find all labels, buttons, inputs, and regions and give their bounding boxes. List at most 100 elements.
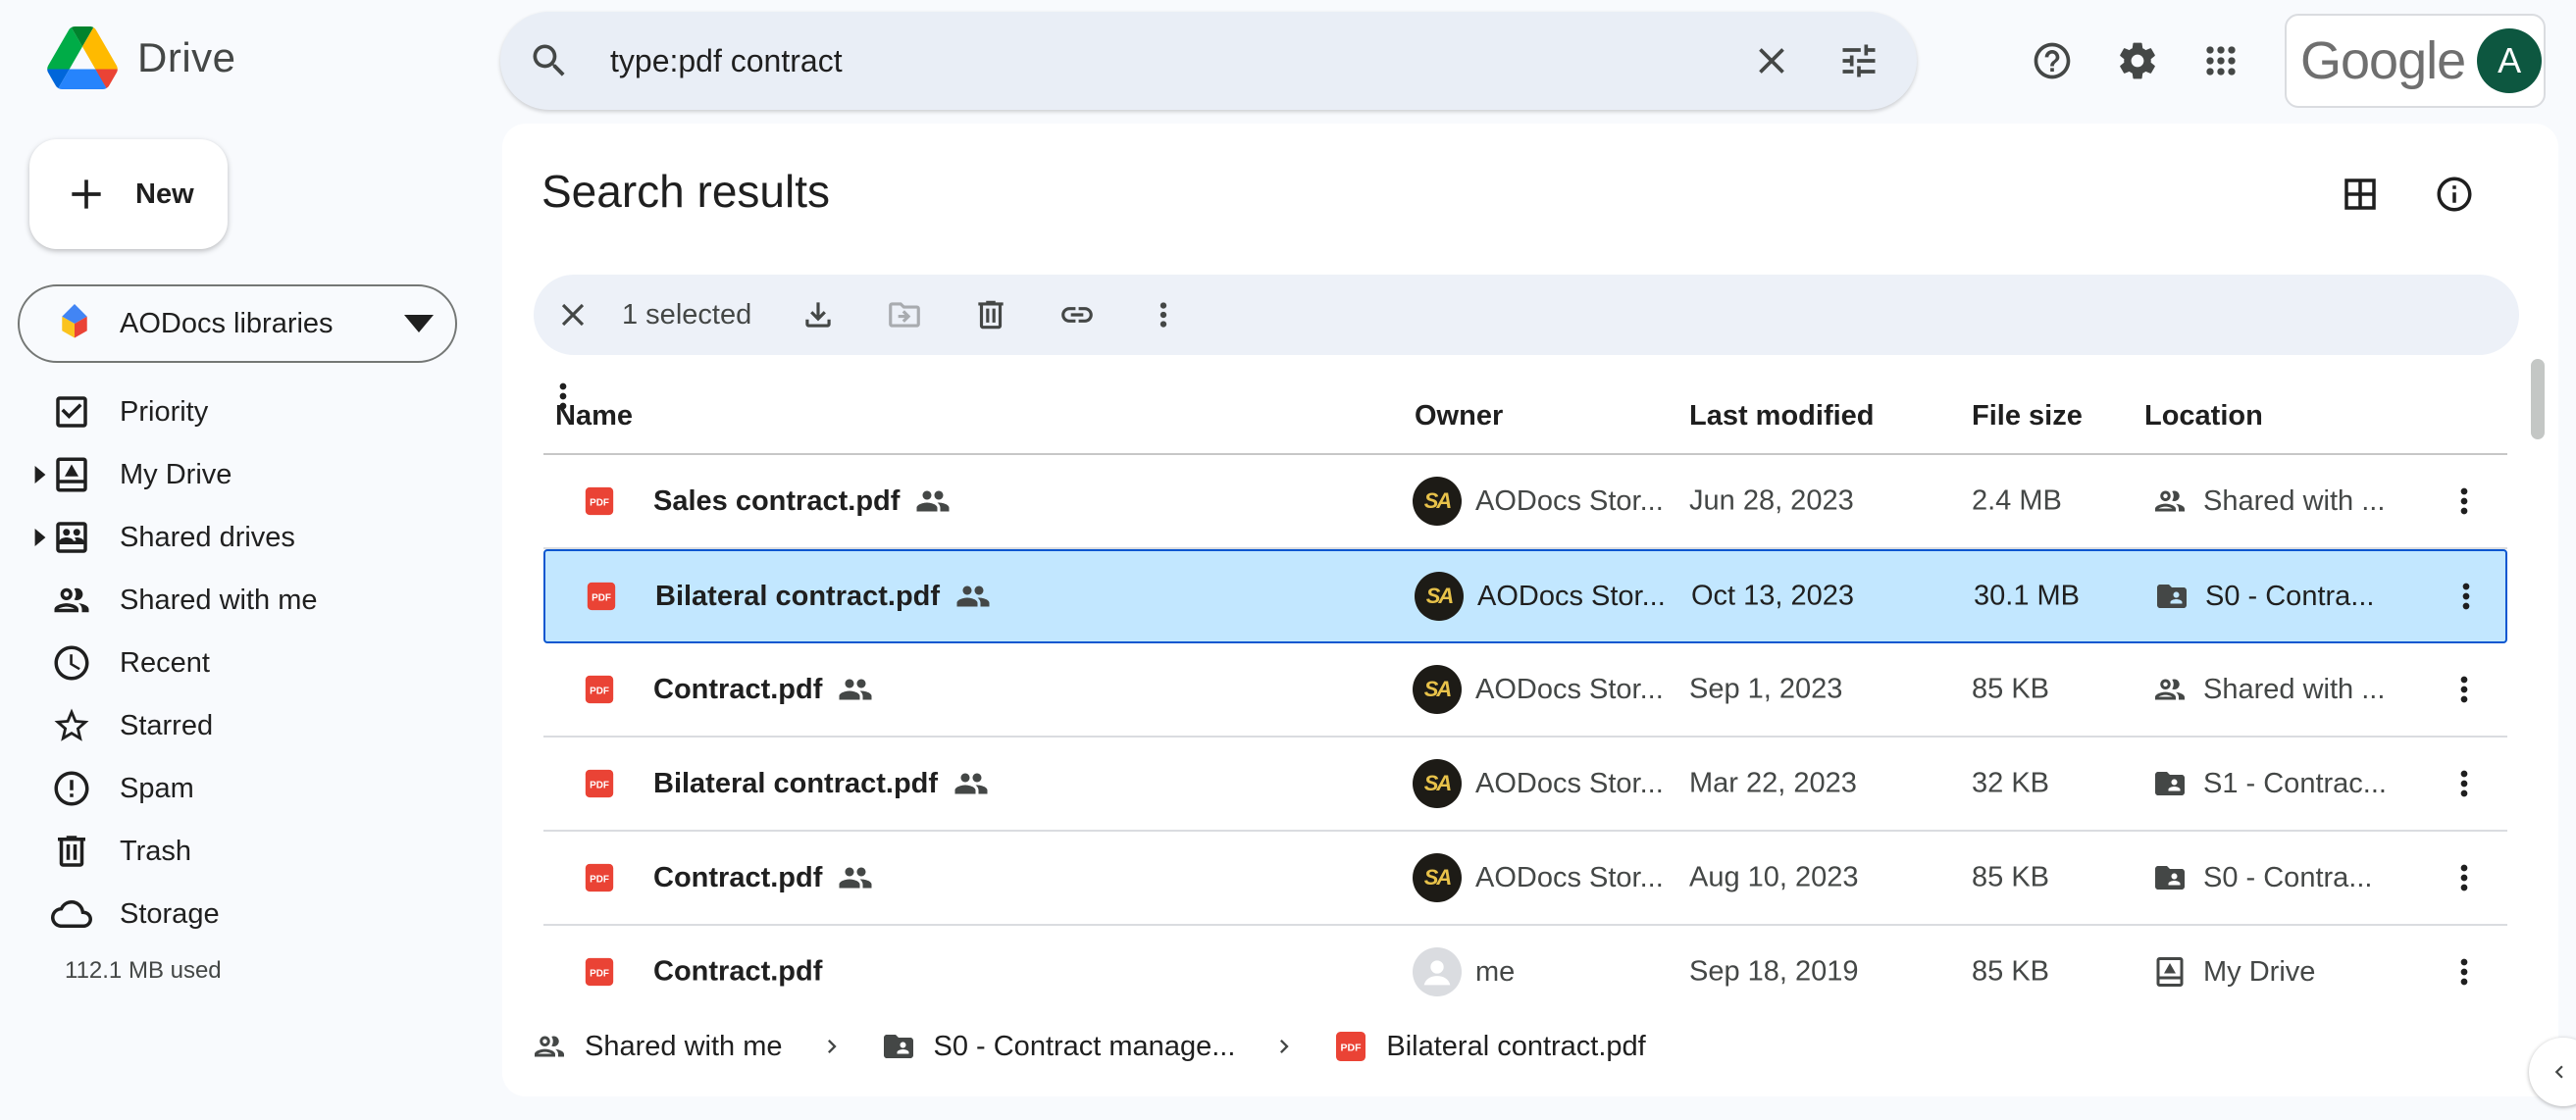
owner-avatar[interactable]: SA [1413,853,1462,902]
sidebar-item-my-drive[interactable]: My Drive [0,443,481,506]
file-name[interactable]: Contract.pdf [653,956,822,989]
scrollbar-thumb[interactable] [2531,359,2545,439]
file-size: 2.4 MB [1972,484,2062,517]
column-header-location[interactable]: Location [2144,400,2263,433]
shared-drive-folder-icon [2155,866,2185,890]
account-area[interactable]: Google A [2285,14,2546,108]
shared-with-me-icon [535,1036,564,1057]
more-actions-icon[interactable] [2445,764,2484,803]
file-name[interactable]: Contract.pdf [653,672,873,707]
file-name-text: Contract.pdf [653,861,823,893]
clear-search-icon[interactable] [1728,12,1815,110]
spam-icon [54,771,89,806]
table-row[interactable]: PDF Sales contract.pdf SA AODocs Stor... Jun… [543,455,2507,549]
column-header-last-modified[interactable]: Last modified [1689,400,1875,433]
grid-view-icon[interactable] [2331,165,2390,224]
download-icon[interactable] [789,285,848,344]
search-input[interactable]: type:pdf contract [598,43,1728,79]
sidebar-item-priority[interactable]: Priority [0,381,481,443]
table-row[interactable]: PDF Bilateral contract.pdf SA AODocs Stor..… [543,549,2507,643]
breadcrumb-shared-drive-folder[interactable]: S0 - Contract manage... [881,1029,1235,1064]
shared-people-icon [916,490,950,512]
more-actions-icon[interactable] [2445,952,2484,992]
search-icon[interactable] [500,12,598,110]
last-modified: Sep 1, 2023 [1689,673,1843,705]
pdf-icon: PDF [585,486,614,516]
location-text: S0 - Contra... [2205,580,2375,612]
sidebar-item-storage[interactable]: Storage [0,883,481,945]
dropdown-caret-icon [404,315,434,332]
owner-avatar[interactable]: SA [1413,759,1462,808]
location-cell[interactable]: S0 - Contra... [2152,860,2372,895]
more-actions-icon[interactable] [2447,577,2486,616]
owner-name: AODocs Stor... [1475,767,1664,799]
owner-avatar[interactable] [1413,947,1462,996]
trash-icon [58,836,85,867]
sidebar-item-starred[interactable]: Starred [0,694,481,757]
library-selector[interactable]: AODocs libraries [18,284,457,363]
sidebar-nav: Priority My Drive Shared drives Shared w… [0,381,481,945]
breadcrumb-shared-with-me[interactable]: Shared with me [532,1029,783,1064]
svg-text:PDF: PDF [590,780,609,790]
star-icon [54,708,89,741]
column-header-file-size[interactable]: File size [1972,400,2083,433]
apps-grid-icon[interactable] [2188,27,2254,94]
owner-avatar[interactable]: SA [1415,572,1464,621]
settings-icon[interactable] [2104,27,2171,94]
pdf-icon: PDF [585,769,614,798]
sidebar-item-shared-drives[interactable]: Shared drives [0,506,481,569]
clear-selection-icon[interactable] [543,285,602,344]
location-cell[interactable]: Shared with ... [2152,484,2385,519]
delete-icon[interactable] [961,285,1020,344]
location-text: S0 - Contra... [2203,861,2373,893]
more-actions-icon[interactable] [2445,482,2484,521]
info-icon[interactable] [2425,165,2484,224]
location-cell[interactable]: S0 - Contra... [2154,579,2374,614]
table-row[interactable]: PDF Contract.pdf SA AODocs Stor... Aug 10, 2… [543,832,2507,926]
owner-cell: me [1413,947,1515,996]
pdf-icon: PDF [587,582,616,611]
file-name[interactable]: Sales contract.pdf [653,484,951,519]
svg-text:PDF: PDF [1341,1043,1363,1054]
owner-avatar[interactable]: SA [1413,665,1462,714]
file-name[interactable]: Bilateral contract.pdf [653,766,989,801]
owner-cell: SA AODocs Stor... [1415,572,1666,621]
owner-name: me [1475,955,1516,988]
sidebar-item-trash[interactable]: Trash [0,820,481,883]
column-header-name[interactable]: Name [555,400,633,433]
breadcrumb-current-file[interactable]: PDF Bilateral contract.pdf [1333,1029,1646,1064]
sidebar-item-recent[interactable]: Recent [0,632,481,694]
help-icon[interactable] [2019,27,2086,94]
location-cell[interactable]: Shared with ... [2152,672,2385,707]
expand-arrow-icon[interactable] [33,529,47,546]
owner-cell: SA AODocs Stor... [1413,477,1664,526]
new-button[interactable]: New [29,139,228,249]
more-actions-icon[interactable] [2445,858,2484,897]
table-row[interactable]: PDF Bilateral contract.pdf SA AODocs Stor..… [543,738,2507,832]
copy-link-icon[interactable] [1048,285,1107,344]
search-options-icon[interactable] [1815,12,1903,110]
shared-people-icon [956,585,990,607]
owner-avatar[interactable]: SA [1413,477,1462,526]
sidebar-item-spam[interactable]: Spam [0,757,481,820]
owner-cell: SA AODocs Stor... [1413,665,1664,714]
move-icon[interactable] [875,285,934,344]
plus-icon [72,179,101,209]
location-cell[interactable]: My Drive [2152,954,2315,990]
location-cell[interactable]: S1 - Contrac... [2152,766,2387,801]
column-header-owner[interactable]: Owner [1415,400,1503,433]
file-name[interactable]: Contract.pdf [653,860,873,895]
expand-arrow-icon[interactable] [33,466,47,484]
file-name[interactable]: Bilateral contract.pdf [655,579,991,614]
my-drive-icon [56,457,87,492]
clock-icon [54,645,89,681]
sidebar-item-shared-with-me[interactable]: Shared with me [0,569,481,632]
table-row[interactable]: PDF Contract.pdf SA AODocs Stor... Sep 1, 20… [543,643,2507,738]
more-actions-icon[interactable] [2445,670,2484,709]
search-bar[interactable]: type:pdf contract [500,12,1917,110]
drive-logo[interactable]: Drive [47,26,236,89]
svg-text:PDF: PDF [590,968,609,979]
more-actions-icon[interactable] [1134,285,1193,344]
shared-drive-folder-icon [2155,772,2185,795]
avatar[interactable]: A [2477,28,2543,93]
